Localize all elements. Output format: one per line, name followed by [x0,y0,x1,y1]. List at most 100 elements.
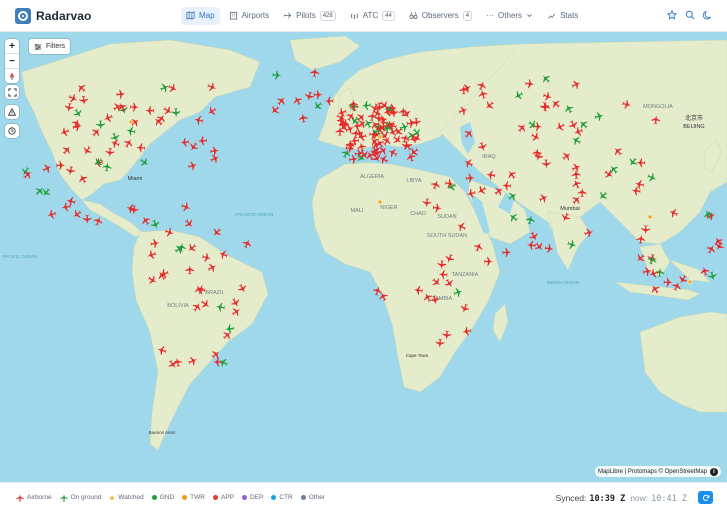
plane-icon [284,12,292,19]
radio-tower-icon [350,13,358,20]
top-bar: Radarvao Map Airports Pilots 428 ATC 44 … [0,0,727,32]
label-algeria: ALGERIA [360,174,384,180]
star-icon[interactable] [667,10,677,20]
label-buenos-aires: Buenos Aires [149,430,176,435]
legend-airborne-label: Airborne [27,494,52,501]
clock-button[interactable] [5,124,19,138]
more-dots-icon: ··· [486,11,495,20]
chevron-down-icon [527,14,532,18]
label-south-sudan: SOUTH SUDAN [427,233,467,239]
history-control [5,124,19,138]
label-beijing: BEIJING [683,124,704,130]
nav-observers-label: Observers [421,11,459,20]
info-icon[interactable]: i [710,467,718,476]
legend-app-label: APP [220,494,234,501]
twr-dot-icon [182,495,188,500]
nav-stats-label: Stats [560,11,579,20]
legend-dep: DEP [242,494,263,501]
synced-time: 10:39 Z [589,494,626,504]
watched-marker-icon[interactable] [377,199,383,205]
map-icon [186,11,195,20]
legend-airborne: Airborne [16,493,52,502]
refresh-icon [702,494,709,501]
warning-control [5,105,19,119]
legend-watched: Watched [109,494,144,501]
nav-pilots[interactable]: Pilots 428 [278,7,341,25]
nav-airports[interactable]: Airports [224,7,275,25]
atc-count-badge: 44 [382,10,395,21]
label-pacific: PACIFIC OCEAN [3,254,38,259]
filter-sliders-icon [34,43,42,50]
watched-marker-icon[interactable] [377,134,383,140]
nav-map[interactable]: Map [181,6,220,25]
label-mali: MALI [351,208,364,214]
world-map[interactable]: MONGOLIA 北京市 BEIJING ALGERIA LIBYA IRAQ … [0,32,727,482]
legend-watched-label: Watched [118,494,144,501]
nav-atc-label: ATC [362,11,379,20]
legend-twr: TWR [182,494,205,501]
label-indian: INDIAN OCEAN [547,280,580,285]
now-time: 10:41 Z [651,494,687,504]
warning-icon [8,108,16,116]
filters-button[interactable]: Filters [29,39,71,54]
airborne-plane-icon [16,493,24,502]
nav-stats[interactable]: Stats [542,7,583,25]
legend-twr-label: TWR [190,494,205,501]
label-bolivia: BOLIVIA [167,303,189,309]
main-nav: Map Airports Pilots 428 ATC 44 Observers… [181,6,587,25]
legend-on-ground: On ground [59,493,102,502]
compass-button[interactable] [5,69,19,83]
nav-observers[interactable]: Observers 4 [404,7,477,25]
warning-button[interactable] [5,105,19,119]
binoculars-icon [409,12,418,19]
pilots-count-badge: 428 [319,10,336,21]
now-label: now: [630,493,649,503]
label-atlantic: ATLANTIC OCEAN [235,212,274,217]
map-attribution[interactable]: MapLibre | Protomaps © OpenStreetMap i [594,466,721,477]
fullscreen-icon [7,87,17,97]
nav-map-label: Map [199,11,215,20]
gnd-dot-icon [151,495,157,500]
app-dot-icon [212,495,218,500]
building-icon [229,11,237,20]
legend-ctr-label: CTR [279,494,293,501]
legend-on-ground-label: On ground [70,494,102,501]
attribution-text[interactable]: MapLibre | Protomaps © OpenStreetMap [598,469,707,475]
zoom-in-button[interactable]: + [5,39,19,53]
label-tanzania: TANZANIA [452,272,479,278]
watched-marker-icon[interactable] [128,119,134,125]
fullscreen-button[interactable] [5,85,19,99]
on-ground-plane-icon [59,493,68,502]
map-canvas[interactable]: MONGOLIA 北京市 BEIJING ALGERIA LIBYA IRAQ … [0,32,727,482]
label-mumbai: Mumbai [560,206,580,212]
zoom-out-button[interactable]: − [5,54,19,68]
legend-gnd-label: GND [159,494,175,501]
compass-icon [10,72,14,80]
filters-label: Filters [46,43,66,50]
label-iraq: IRAQ [482,154,496,160]
moon-icon[interactable] [703,10,713,20]
brand[interactable]: Radarvao [15,7,165,24]
nav-others[interactable]: ··· Others [481,7,538,25]
clock-icon [8,127,16,135]
dep-dot-icon [242,495,247,500]
legend-gnd: GND [151,494,175,501]
watched-marker-icon[interactable] [687,279,693,285]
status-bar: Airborne On ground Watched GND TWR APP D… [0,482,727,512]
label-libya: LIBYA [406,178,422,184]
refresh-button[interactable] [698,491,713,504]
radar-logo-icon [15,7,31,24]
label-miami: Miami [128,176,143,182]
label-cape-town: Cape Town [406,353,429,358]
nav-airports-label: Airports [241,11,270,20]
label-brazil: BRAZIL [205,290,224,296]
nav-atc[interactable]: ATC 44 [345,7,400,25]
search-icon[interactable] [685,10,695,20]
label-mongolia: MONGOLIA [643,104,673,110]
top-actions [667,10,713,20]
legend-app: APP [212,494,234,501]
legend-other: Other [300,494,325,501]
legend: Airborne On ground Watched GND TWR APP D… [16,493,325,502]
watched-marker-icon[interactable] [647,214,653,220]
legend-ctr: CTR [271,494,293,501]
